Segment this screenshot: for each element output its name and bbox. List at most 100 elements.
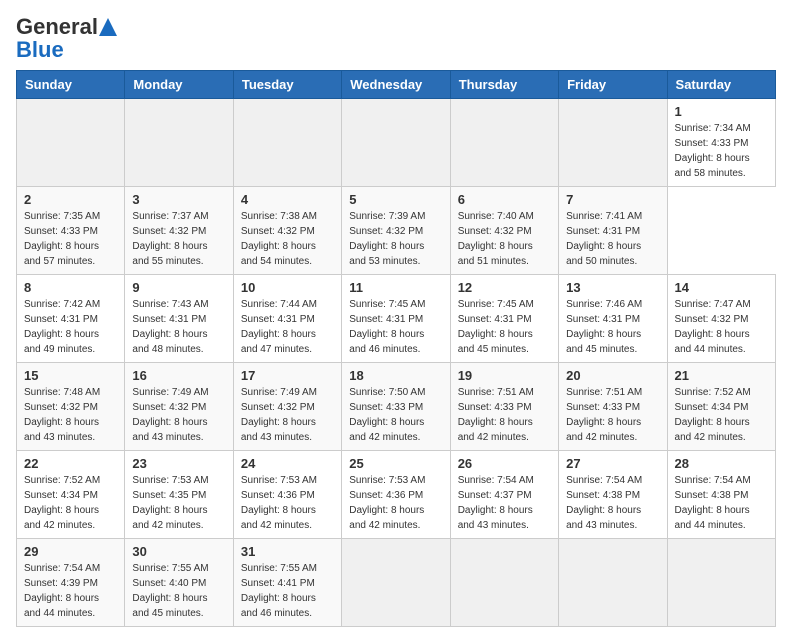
calendar-cell: 25 Sunrise: 7:53 AM Sunset: 4:36 PM Dayl… [342,451,450,539]
day-info: Sunrise: 7:55 AM Sunset: 4:41 PM Dayligh… [241,563,317,619]
calendar-week-row: 29 Sunrise: 7:54 AM Sunset: 4:39 PM Dayl… [17,539,776,627]
day-number: 31 [241,544,334,559]
calendar-cell [559,539,667,627]
calendar-cell: 16 Sunrise: 7:49 AM Sunset: 4:32 PM Dayl… [125,363,233,451]
day-info: Sunrise: 7:54 AM Sunset: 4:37 PM Dayligh… [458,475,534,531]
day-info: Sunrise: 7:35 AM Sunset: 4:33 PM Dayligh… [24,211,100,267]
calendar-cell: 13 Sunrise: 7:46 AM Sunset: 4:31 PM Dayl… [559,275,667,363]
day-info: Sunrise: 7:49 AM Sunset: 4:32 PM Dayligh… [241,387,317,443]
day-number: 18 [349,368,442,383]
day-info: Sunrise: 7:47 AM Sunset: 4:32 PM Dayligh… [675,299,751,355]
calendar-cell: 19 Sunrise: 7:51 AM Sunset: 4:33 PM Dayl… [450,363,558,451]
calendar-week-row: 2 Sunrise: 7:35 AM Sunset: 4:33 PM Dayli… [17,187,776,275]
calendar-week-row: 22 Sunrise: 7:52 AM Sunset: 4:34 PM Dayl… [17,451,776,539]
day-number: 15 [24,368,117,383]
day-number: 6 [458,192,551,207]
logo-general-text: General [16,16,98,38]
logo: General Blue [16,16,117,62]
day-info: Sunrise: 7:42 AM Sunset: 4:31 PM Dayligh… [24,299,100,355]
day-info: Sunrise: 7:45 AM Sunset: 4:31 PM Dayligh… [458,299,534,355]
calendar-cell: 14 Sunrise: 7:47 AM Sunset: 4:32 PM Dayl… [667,275,775,363]
day-number: 7 [566,192,659,207]
day-info: Sunrise: 7:48 AM Sunset: 4:32 PM Dayligh… [24,387,100,443]
calendar-cell: 9 Sunrise: 7:43 AM Sunset: 4:31 PM Dayli… [125,275,233,363]
calendar-cell: 18 Sunrise: 7:50 AM Sunset: 4:33 PM Dayl… [342,363,450,451]
day-number: 17 [241,368,334,383]
calendar-cell [233,99,341,187]
calendar-week-row: 1 Sunrise: 7:34 AM Sunset: 4:33 PM Dayli… [17,99,776,187]
calendar-header-row: SundayMondayTuesdayWednesdayThursdayFrid… [17,71,776,99]
day-number: 28 [675,456,768,471]
day-number: 22 [24,456,117,471]
calendar-cell: 29 Sunrise: 7:54 AM Sunset: 4:39 PM Dayl… [17,539,125,627]
column-header-monday: Monday [125,71,233,99]
calendar-cell [125,99,233,187]
day-info: Sunrise: 7:54 AM Sunset: 4:38 PM Dayligh… [675,475,751,531]
calendar-cell: 30 Sunrise: 7:55 AM Sunset: 4:40 PM Dayl… [125,539,233,627]
day-info: Sunrise: 7:53 AM Sunset: 4:36 PM Dayligh… [241,475,317,531]
calendar-cell: 5 Sunrise: 7:39 AM Sunset: 4:32 PM Dayli… [342,187,450,275]
calendar-table: SundayMondayTuesdayWednesdayThursdayFrid… [16,70,776,627]
day-info: Sunrise: 7:37 AM Sunset: 4:32 PM Dayligh… [132,211,208,267]
calendar-cell: 31 Sunrise: 7:55 AM Sunset: 4:41 PM Dayl… [233,539,341,627]
calendar-cell: 17 Sunrise: 7:49 AM Sunset: 4:32 PM Dayl… [233,363,341,451]
day-info: Sunrise: 7:52 AM Sunset: 4:34 PM Dayligh… [24,475,100,531]
day-info: Sunrise: 7:39 AM Sunset: 4:32 PM Dayligh… [349,211,425,267]
calendar-cell: 6 Sunrise: 7:40 AM Sunset: 4:32 PM Dayli… [450,187,558,275]
day-number: 5 [349,192,442,207]
calendar-cell: 11 Sunrise: 7:45 AM Sunset: 4:31 PM Dayl… [342,275,450,363]
calendar-cell: 7 Sunrise: 7:41 AM Sunset: 4:31 PM Dayli… [559,187,667,275]
calendar-cell: 26 Sunrise: 7:54 AM Sunset: 4:37 PM Dayl… [450,451,558,539]
day-info: Sunrise: 7:43 AM Sunset: 4:31 PM Dayligh… [132,299,208,355]
day-info: Sunrise: 7:55 AM Sunset: 4:40 PM Dayligh… [132,563,208,619]
day-info: Sunrise: 7:54 AM Sunset: 4:39 PM Dayligh… [24,563,100,619]
calendar-cell: 8 Sunrise: 7:42 AM Sunset: 4:31 PM Dayli… [17,275,125,363]
calendar-cell [342,99,450,187]
day-number: 23 [132,456,225,471]
day-number: 21 [675,368,768,383]
day-number: 12 [458,280,551,295]
calendar-week-row: 15 Sunrise: 7:48 AM Sunset: 4:32 PM Dayl… [17,363,776,451]
calendar-cell [342,539,450,627]
day-info: Sunrise: 7:54 AM Sunset: 4:38 PM Dayligh… [566,475,642,531]
calendar-cell: 12 Sunrise: 7:45 AM Sunset: 4:31 PM Dayl… [450,275,558,363]
day-info: Sunrise: 7:38 AM Sunset: 4:32 PM Dayligh… [241,211,317,267]
calendar-cell [450,99,558,187]
calendar-cell: 27 Sunrise: 7:54 AM Sunset: 4:38 PM Dayl… [559,451,667,539]
calendar-cell: 2 Sunrise: 7:35 AM Sunset: 4:33 PM Dayli… [17,187,125,275]
day-number: 11 [349,280,442,295]
calendar-cell: 3 Sunrise: 7:37 AM Sunset: 4:32 PM Dayli… [125,187,233,275]
calendar-cell: 4 Sunrise: 7:38 AM Sunset: 4:32 PM Dayli… [233,187,341,275]
calendar-cell: 28 Sunrise: 7:54 AM Sunset: 4:38 PM Dayl… [667,451,775,539]
day-number: 29 [24,544,117,559]
day-info: Sunrise: 7:53 AM Sunset: 4:36 PM Dayligh… [349,475,425,531]
calendar-cell: 20 Sunrise: 7:51 AM Sunset: 4:33 PM Dayl… [559,363,667,451]
column-header-friday: Friday [559,71,667,99]
day-number: 10 [241,280,334,295]
calendar-cell [17,99,125,187]
day-info: Sunrise: 7:41 AM Sunset: 4:31 PM Dayligh… [566,211,642,267]
day-info: Sunrise: 7:46 AM Sunset: 4:31 PM Dayligh… [566,299,642,355]
day-number: 3 [132,192,225,207]
calendar-cell: 1 Sunrise: 7:34 AM Sunset: 4:33 PM Dayli… [667,99,775,187]
day-info: Sunrise: 7:44 AM Sunset: 4:31 PM Dayligh… [241,299,317,355]
logo-blue-text: Blue [16,38,64,62]
day-number: 30 [132,544,225,559]
calendar-cell: 22 Sunrise: 7:52 AM Sunset: 4:34 PM Dayl… [17,451,125,539]
day-number: 4 [241,192,334,207]
logo-triangle-icon [99,18,117,36]
day-info: Sunrise: 7:34 AM Sunset: 4:33 PM Dayligh… [675,123,751,179]
column-header-saturday: Saturday [667,71,775,99]
calendar-cell [559,99,667,187]
column-header-sunday: Sunday [17,71,125,99]
column-header-tuesday: Tuesday [233,71,341,99]
day-info: Sunrise: 7:49 AM Sunset: 4:32 PM Dayligh… [132,387,208,443]
day-number: 14 [675,280,768,295]
calendar-cell: 15 Sunrise: 7:48 AM Sunset: 4:32 PM Dayl… [17,363,125,451]
page-header: General Blue [16,16,776,62]
day-number: 24 [241,456,334,471]
day-info: Sunrise: 7:40 AM Sunset: 4:32 PM Dayligh… [458,211,534,267]
day-info: Sunrise: 7:52 AM Sunset: 4:34 PM Dayligh… [675,387,751,443]
calendar-cell [667,539,775,627]
day-info: Sunrise: 7:51 AM Sunset: 4:33 PM Dayligh… [458,387,534,443]
